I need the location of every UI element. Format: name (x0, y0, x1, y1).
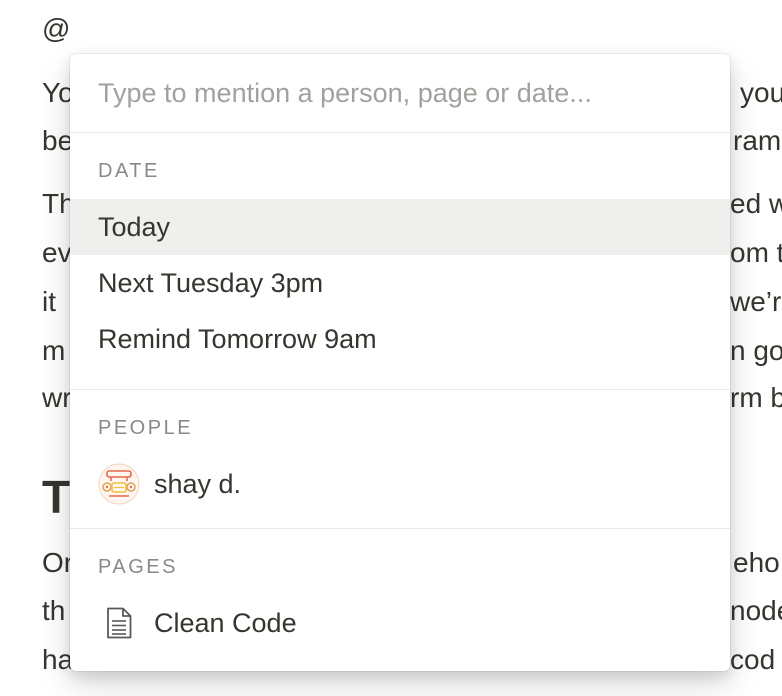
doc-heading-fragment: T (42, 471, 71, 523)
date-item-today[interactable]: Today (70, 199, 730, 255)
date-item-remind-tomorrow[interactable]: Remind Tomorrow 9am (70, 311, 730, 367)
mention-trigger: @ (42, 13, 71, 44)
doc-text-fragment: n go (730, 335, 782, 366)
menu-item-label: Next Tuesday 3pm (98, 267, 324, 298)
date-section: DATE Today Next Tuesday 3pm Remind Tomor… (70, 133, 730, 390)
doc-text-fragment: th (42, 595, 66, 626)
page-title: Clean Code (154, 607, 297, 638)
page-item[interactable]: Clean Code (70, 595, 730, 651)
mention-search-row (70, 54, 730, 133)
person-name: shay d. (154, 468, 242, 499)
menu-item-label: Today (98, 211, 171, 242)
mention-search-input[interactable] (98, 77, 698, 109)
doc-text-fragment: cod (730, 644, 776, 675)
doc-text-fragment: ram (733, 125, 782, 156)
people-section: PEOPLE shay d. (70, 390, 730, 529)
doc-text-fragment: it (42, 286, 56, 317)
people-list: shay d. (70, 456, 730, 528)
menu-item-label: Remind Tomorrow 9am (98, 323, 377, 354)
doc-text-fragment: om t (730, 237, 782, 268)
doc-text-fragment: rm b (730, 382, 782, 413)
doc-text-fragment: we’r (730, 286, 782, 317)
date-list: Today Next Tuesday 3pm Remind Tomorrow 9… (70, 199, 730, 389)
doc-text-fragment: ha (42, 644, 74, 675)
doc-text-fragment: ed w (730, 188, 782, 219)
pages-section: PAGES Clean Code (70, 529, 730, 651)
doc-text-fragment: wr (42, 382, 72, 413)
doc-text-fragment: ev (42, 237, 72, 268)
date-item-next-tuesday[interactable]: Next Tuesday 3pm (70, 255, 730, 311)
doc-text-fragment: m (42, 335, 66, 366)
person-item[interactable]: shay d. (70, 456, 730, 512)
pages-list: Clean Code (70, 595, 730, 651)
doc-text-fragment: eho (733, 547, 780, 578)
date-section-header: DATE (98, 159, 160, 182)
pages-section-header: PAGES (98, 555, 178, 578)
doc-text-fragment: be (42, 125, 74, 156)
doc-text-fragment: Or (42, 547, 74, 578)
doc-text-fragment: you (740, 77, 782, 108)
page-icon (98, 602, 140, 644)
doc-text-fragment: Yo (42, 77, 74, 108)
mention-menu: DATE Today Next Tuesday 3pm Remind Tomor… (70, 54, 730, 671)
people-section-header: PEOPLE (98, 416, 194, 439)
avatar-icon (98, 463, 140, 505)
doc-text-fragment: node (730, 595, 782, 626)
document-page: @ Yo be Th ev it m wr you ram ed w om t … (0, 0, 782, 696)
